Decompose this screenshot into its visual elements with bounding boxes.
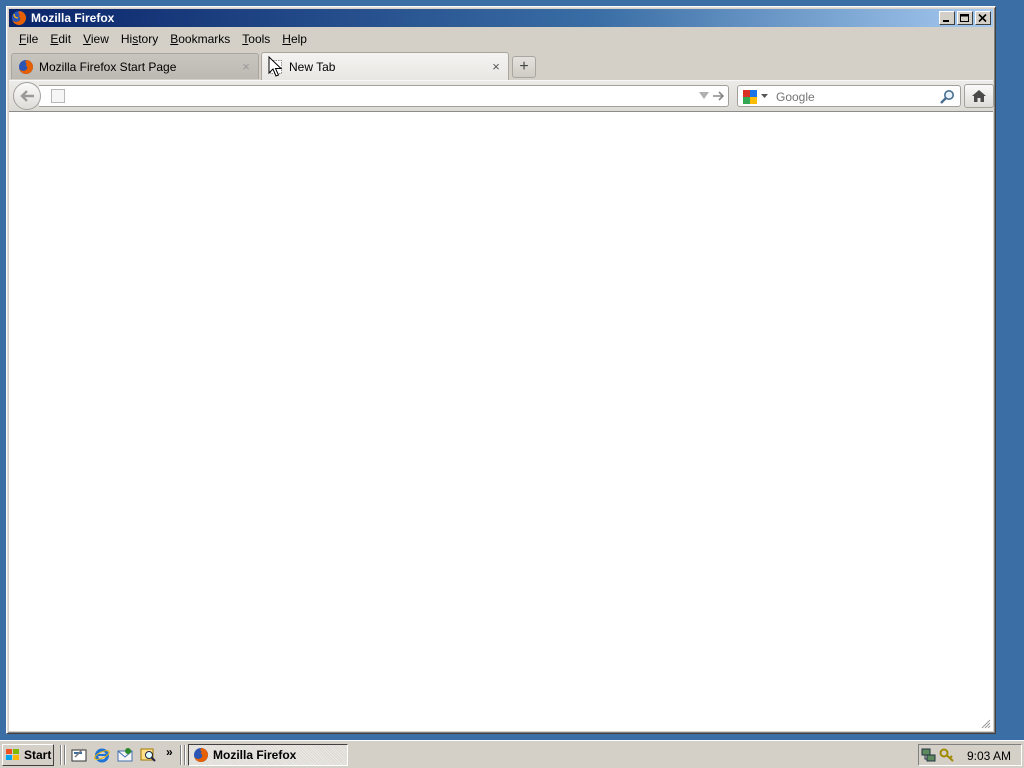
firefox-icon	[194, 748, 209, 762]
url-input[interactable]	[71, 88, 675, 106]
menu-help[interactable]: Help	[276, 30, 313, 48]
security-key-icon[interactable]	[939, 747, 955, 763]
tab-close-button[interactable]: ×	[240, 60, 252, 73]
google-icon[interactable]	[742, 89, 758, 105]
menu-edit[interactable]: Edit	[44, 30, 77, 48]
menu-view[interactable]: View	[77, 30, 115, 48]
back-button[interactable]	[13, 82, 41, 110]
show-desktop-icon[interactable]	[71, 747, 87, 763]
search-input[interactable]	[774, 88, 928, 106]
close-button[interactable]	[975, 11, 991, 25]
minimize-button[interactable]	[939, 11, 955, 25]
page-favicon-icon	[51, 89, 65, 103]
go-arrow-icon[interactable]	[713, 91, 725, 101]
page-content[interactable]	[9, 111, 993, 731]
tab-new-tab[interactable]: New Tab ×	[261, 52, 509, 80]
new-tab-button[interactable]: +	[512, 56, 536, 78]
menu-file[interactable]: File	[13, 30, 44, 48]
taskbar-button-firefox[interactable]: Mozilla Firefox	[188, 744, 348, 766]
system-clock: 9:03 AM	[966, 749, 1011, 763]
maximize-button[interactable]	[957, 11, 973, 25]
history-dropdown-icon[interactable]	[699, 92, 709, 100]
back-arrow-icon	[20, 90, 34, 102]
window-title: Mozilla Firefox	[31, 11, 115, 25]
task-label: Mozilla Firefox	[213, 748, 297, 762]
search-bar[interactable]	[737, 85, 961, 107]
magnifier-icon[interactable]	[939, 89, 955, 105]
start-label: Start	[24, 748, 52, 762]
menu-history[interactable]: History	[115, 30, 164, 48]
tab-label: Mozilla Firefox Start Page	[39, 59, 177, 74]
close-icon	[978, 14, 987, 23]
menu-bar: File Edit View History Bookmarks Tools H…	[9, 29, 993, 49]
taskbar: Start » Mozilla Firefox 9:03 AM	[0, 740, 1024, 768]
menu-tools[interactable]: Tools	[236, 30, 276, 48]
caption-buttons	[939, 11, 991, 25]
firefox-icon	[12, 10, 27, 25]
firefox-window: Mozilla Firefox File Edit View History B…	[6, 6, 996, 734]
taskbar-separator	[180, 745, 182, 765]
tab-label: New Tab	[289, 59, 336, 74]
minimize-icon	[943, 20, 949, 22]
taskbar-separator	[184, 745, 186, 765]
tab-start-page[interactable]: Mozilla Firefox Start Page ×	[11, 53, 259, 79]
engine-dropdown-icon[interactable]	[761, 94, 768, 99]
tab-close-button[interactable]: ×	[490, 60, 502, 73]
menu-bookmarks[interactable]: Bookmarks	[164, 30, 236, 48]
start-button[interactable]: Start	[2, 744, 54, 766]
outlook-express-icon[interactable]	[117, 747, 133, 763]
home-button[interactable]	[964, 84, 994, 108]
taskbar-separator	[64, 745, 66, 765]
home-icon	[972, 90, 986, 102]
firefox-icon	[19, 59, 34, 74]
windows-logo-icon	[6, 749, 19, 760]
internet-explorer-icon[interactable]	[94, 747, 110, 763]
navigation-toolbar	[9, 80, 994, 112]
system-tray: 9:03 AM	[918, 744, 1022, 766]
title-bar[interactable]: Mozilla Firefox	[9, 9, 993, 27]
network-icon[interactable]	[921, 747, 937, 763]
search-files-icon[interactable]	[140, 747, 156, 763]
url-bar[interactable]	[39, 85, 729, 107]
quick-launch-more-button[interactable]: »	[166, 745, 173, 759]
taskbar-separator	[60, 745, 62, 765]
maximize-icon	[960, 14, 969, 22]
resize-grip-icon[interactable]	[981, 719, 991, 729]
tab-strip: Mozilla Firefox Start Page × New Tab × +	[9, 50, 993, 80]
mouse-cursor-icon	[268, 56, 282, 77]
